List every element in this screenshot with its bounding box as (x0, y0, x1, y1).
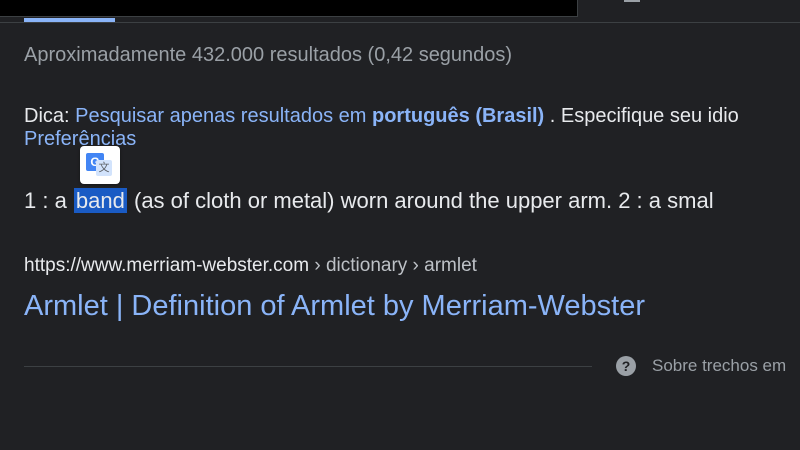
snippet-divider (24, 366, 592, 367)
header-divider (0, 22, 800, 23)
tray-icon[interactable] (624, 0, 640, 2)
breadcrumb: › dictionary › armlet (309, 255, 477, 276)
result-stats: Aproximadamente 432.000 resultados (0,42… (24, 44, 513, 66)
result-url[interactable]: https://www.merriam-webster.com › dictio… (24, 255, 477, 277)
language-filter-link[interactable]: Pesquisar apenas resultados em português… (75, 105, 550, 127)
tip-text: . Especifique seu idio (549, 105, 739, 127)
translate-button[interactable]: G文 (80, 146, 120, 184)
definition-snippet: 1 : a band (as of cloth or metal) worn a… (24, 188, 714, 213)
tip-label: Dica: (24, 105, 70, 127)
search-box[interactable] (0, 0, 578, 17)
help-circle-icon[interactable]: ? (616, 356, 636, 376)
language-tip: Dica: Pesquisar apenas resultados em por… (24, 102, 739, 130)
about-snippets-link[interactable]: Sobre trechos em (652, 356, 786, 376)
result-title-link[interactable]: Armlet | Definition of Armlet by Merriam… (24, 290, 645, 323)
selected-text[interactable]: band (73, 188, 127, 213)
